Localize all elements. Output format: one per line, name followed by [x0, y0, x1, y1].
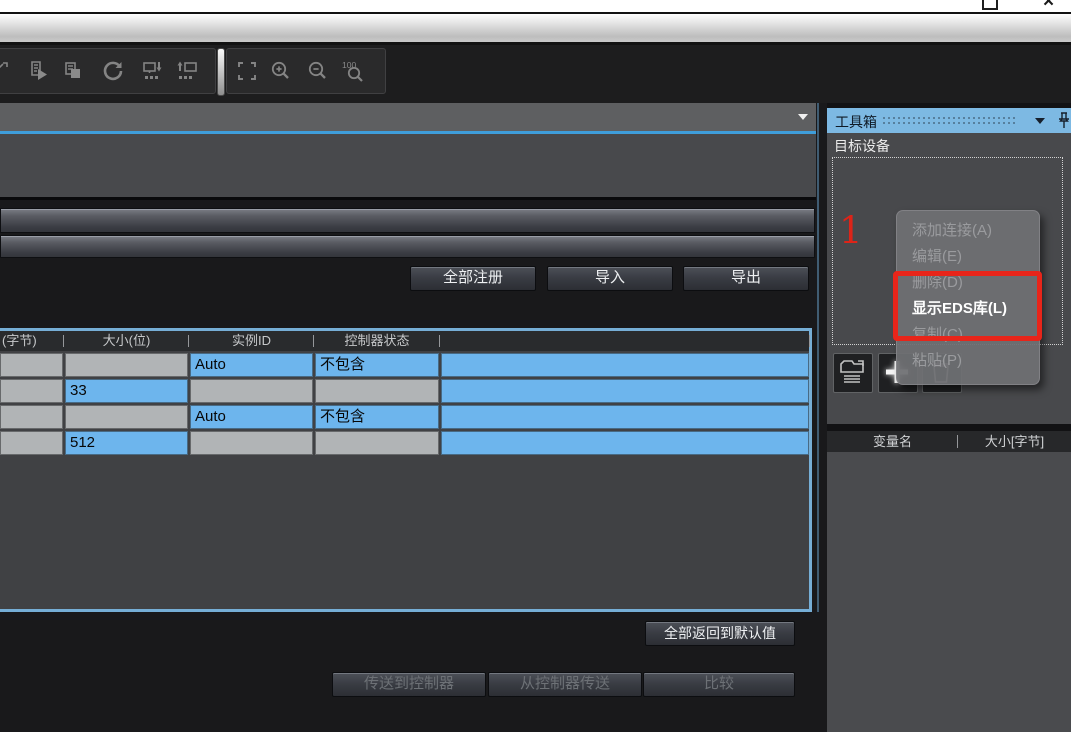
cell[interactable]: Auto: [190, 353, 313, 377]
cell[interactable]: [65, 353, 188, 377]
io-connection-table: (字节) 大小(位) 实例ID 控制器状态 Auto 不包含 33: [0, 328, 812, 612]
zoom-in-icon[interactable]: [269, 59, 293, 83]
menubar-strip: [0, 12, 1071, 45]
io-table-rows: Auto 不包含 33 Auto 不包含: [0, 351, 809, 455]
titlebar: ×: [0, 0, 1071, 12]
cell[interactable]: 不包含: [315, 353, 439, 377]
device-library-icon: [834, 377, 870, 394]
toolbar-group-zoom: 100: [226, 48, 386, 94]
cell[interactable]: [0, 353, 63, 377]
toolbar-separator: [217, 48, 225, 96]
zoom-out-icon[interactable]: [306, 59, 330, 83]
cell[interactable]: [441, 405, 809, 429]
cell[interactable]: [441, 431, 809, 455]
io-table-header: (字节) 大小(位) 实例ID 控制器状态: [0, 331, 809, 351]
collapsed-section-bar-2[interactable]: [0, 235, 815, 258]
table-row: Auto 不包含: [0, 353, 809, 377]
column-header-extra: [441, 331, 809, 351]
fit-to-selection-icon[interactable]: [235, 59, 259, 83]
zoom-100-icon[interactable]: 100: [341, 59, 365, 83]
clipped-tool-icon[interactable]: [0, 59, 11, 83]
detail-panel: [0, 134, 816, 200]
variable-table-body: [827, 452, 1071, 732]
toolbox-header[interactable]: 工具箱: [827, 108, 1071, 133]
toolbox-title: 工具箱: [835, 112, 877, 132]
import-button[interactable]: 导入: [547, 266, 673, 291]
pane-splitter[interactable]: [817, 103, 819, 612]
table-row: 33: [0, 379, 809, 403]
toolbar-group-controller: [0, 48, 216, 94]
transfer-to-controller-button[interactable]: 传送到控制器: [332, 672, 486, 697]
device-selector-dropdown[interactable]: [0, 103, 816, 134]
column-header-size-bits: 大小(位): [65, 331, 188, 351]
transfer-to-device-icon[interactable]: [141, 59, 165, 83]
cell[interactable]: 33: [65, 379, 188, 403]
menu-item-edit[interactable]: 编辑(E): [897, 244, 1039, 270]
table-row: 512: [0, 431, 809, 455]
target-device-label: 目标设备: [834, 136, 890, 156]
menu-item-paste[interactable]: 粘贴(P): [897, 348, 1039, 374]
cell[interactable]: [190, 431, 313, 455]
cell[interactable]: [65, 405, 188, 429]
cell[interactable]: [315, 379, 439, 403]
toolbox-pane: 工具箱 目标设备: [827, 103, 1071, 732]
pin-icon[interactable]: [1057, 112, 1071, 129]
column-header-variable-name: 变量名: [827, 431, 958, 452]
menu-item-add-connection[interactable]: 添加连接(A): [897, 218, 1039, 244]
cell[interactable]: [0, 405, 63, 429]
cell[interactable]: Auto: [190, 405, 313, 429]
column-header-bytes: (字节): [0, 331, 63, 351]
device-library-button[interactable]: [833, 353, 873, 393]
chevron-down-icon[interactable]: [798, 114, 808, 120]
collapsed-section-bar-1[interactable]: [0, 208, 815, 233]
section-divider: [827, 424, 1071, 431]
variable-table-header: 变量名 大小[字节]: [827, 431, 1071, 452]
cell[interactable]: 512: [65, 431, 188, 455]
transfer-from-device-icon[interactable]: [175, 59, 199, 83]
cell[interactable]: [315, 431, 439, 455]
column-header-size-bytes: 大小[字节]: [958, 431, 1071, 452]
column-header-instance-id: 实例ID: [190, 331, 313, 351]
annotation-highlight-box: [893, 271, 1042, 341]
export-button[interactable]: 导出: [683, 266, 809, 291]
cell[interactable]: [441, 379, 809, 403]
cell[interactable]: [441, 353, 809, 377]
table-row: Auto 不包含: [0, 405, 809, 429]
column-header-controller-status: 控制器状态: [315, 331, 439, 351]
cell[interactable]: [0, 431, 63, 455]
close-window-icon[interactable]: ×: [1043, 0, 1054, 12]
connection-config-pane: 全部注册 导入 导出 (字节) 大小(位) 实例ID 控制器状态 Auto 不包…: [0, 103, 816, 732]
restore-defaults-button[interactable]: 全部返回到默认值: [645, 621, 795, 646]
annotation-step-number: 1: [839, 212, 863, 249]
register-all-button[interactable]: 全部注册: [410, 266, 536, 291]
cell[interactable]: [0, 379, 63, 403]
chevron-down-icon[interactable]: [1035, 118, 1045, 124]
main-toolbar: 100: [0, 45, 1071, 103]
toolbox-header-dots: [883, 117, 1015, 125]
transfer-from-controller-button[interactable]: 从控制器传送: [488, 672, 642, 697]
refresh-icon[interactable]: [101, 59, 125, 83]
restore-window-icon[interactable]: [982, 0, 998, 10]
run-with-document-icon[interactable]: [27, 59, 51, 83]
app-window: ×: [0, 0, 1071, 732]
cell[interactable]: 不包含: [315, 405, 439, 429]
cell[interactable]: [190, 379, 313, 403]
compare-button[interactable]: 比较: [643, 672, 795, 697]
copy-icon[interactable]: [61, 59, 85, 83]
